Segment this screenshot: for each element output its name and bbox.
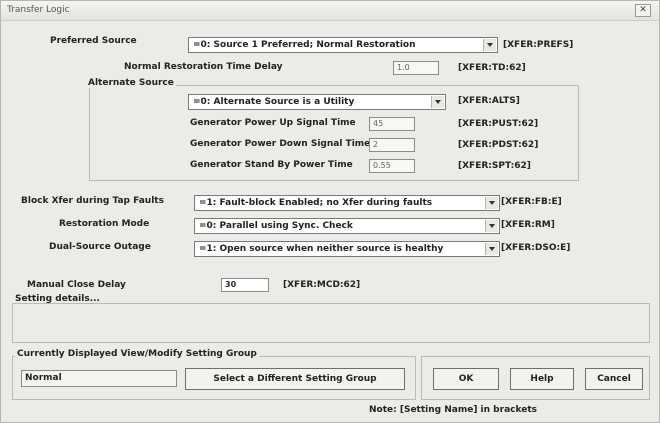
manual-close-field[interactable]: 30: [221, 278, 269, 292]
block-xfer-tag: [XFER:FB:E]: [501, 197, 562, 207]
chevron-down-icon[interactable]: [485, 243, 498, 255]
block-xfer-label: Block Xfer during Tap Faults: [21, 196, 164, 206]
block-xfer-value: =1: Fault-block Enabled; no Xfer during …: [199, 198, 433, 208]
chevron-down-icon[interactable]: [483, 39, 496, 51]
restoration-mode-tag: [XFER:RM]: [501, 220, 555, 230]
alternate-source-value: =0: Alternate Source is a Utility: [193, 97, 355, 107]
normal-restoration-tag: [XFER:TD:62]: [458, 63, 526, 73]
alternate-source-tag: [XFER:ALTS]: [458, 96, 520, 106]
chevron-down-icon[interactable]: [485, 197, 498, 209]
ok-button[interactable]: OK: [433, 368, 499, 390]
normal-restoration-label: Normal Restoration Time Delay: [124, 62, 283, 72]
transfer-logic-dialog: Transfer Logic ✕ Preferred Source =0: So…: [0, 0, 660, 423]
stand-by-field[interactable]: 0.55: [369, 159, 415, 173]
window-title: Transfer Logic: [7, 5, 70, 15]
power-down-field[interactable]: 2: [369, 138, 415, 152]
manual-close-tag: [XFER:MCD:62]: [283, 280, 361, 290]
dual-source-label: Dual-Source Outage: [49, 242, 151, 252]
power-up-tag: [XFER:PUST:62]: [458, 119, 539, 129]
stand-by-tag: [XFER:SPT:62]: [458, 161, 531, 171]
normal-restoration-field[interactable]: 1.0: [393, 61, 439, 75]
select-setting-group-button[interactable]: Select a Different Setting Group: [185, 368, 405, 390]
manual-close-label: Manual Close Delay: [27, 280, 126, 290]
dual-source-value: =1: Open source when neither source is h…: [199, 244, 444, 254]
alternate-source-title: Alternate Source: [86, 78, 176, 88]
cancel-button[interactable]: Cancel: [585, 368, 643, 390]
alternate-source-dropdown[interactable]: =0: Alternate Source is a Utility: [188, 94, 446, 110]
setting-details-panel: [12, 303, 650, 343]
power-up-label: Generator Power Up Signal Time: [190, 118, 356, 128]
power-down-label: Generator Power Down Signal Time: [190, 139, 371, 149]
preferred-source-label: Preferred Source: [50, 36, 137, 46]
stand-by-label: Generator Stand By Power Time: [190, 160, 353, 170]
power-down-tag: [XFER:PDST:62]: [458, 140, 539, 150]
restoration-mode-value: =0: Parallel using Sync. Check: [199, 221, 353, 231]
setting-group-value: Normal: [21, 370, 177, 387]
help-button[interactable]: Help: [510, 368, 574, 390]
title-bar: Transfer Logic ✕: [1, 1, 659, 21]
power-up-field[interactable]: 45: [369, 117, 415, 131]
chevron-down-icon[interactable]: [431, 96, 444, 108]
restoration-mode-dropdown[interactable]: =0: Parallel using Sync. Check: [194, 218, 500, 234]
note-text: Note: [Setting Name] in brackets: [369, 405, 537, 415]
setting-group-title: Currently Displayed View/Modify Setting …: [15, 349, 259, 359]
preferred-source-dropdown[interactable]: =0: Source 1 Preferred; Normal Restorati…: [188, 37, 498, 53]
dual-source-tag: [XFER:DSO:E]: [501, 243, 571, 253]
chevron-down-icon[interactable]: [485, 220, 498, 232]
close-icon[interactable]: ✕: [635, 4, 651, 17]
dual-source-dropdown[interactable]: =1: Open source when neither source is h…: [194, 241, 500, 257]
block-xfer-dropdown[interactable]: =1: Fault-block Enabled; no Xfer during …: [194, 195, 500, 211]
restoration-mode-label: Restoration Mode: [59, 219, 150, 229]
preferred-source-value: =0: Source 1 Preferred; Normal Restorati…: [193, 40, 416, 50]
preferred-source-tag: [XFER:PREFS]: [503, 40, 574, 50]
